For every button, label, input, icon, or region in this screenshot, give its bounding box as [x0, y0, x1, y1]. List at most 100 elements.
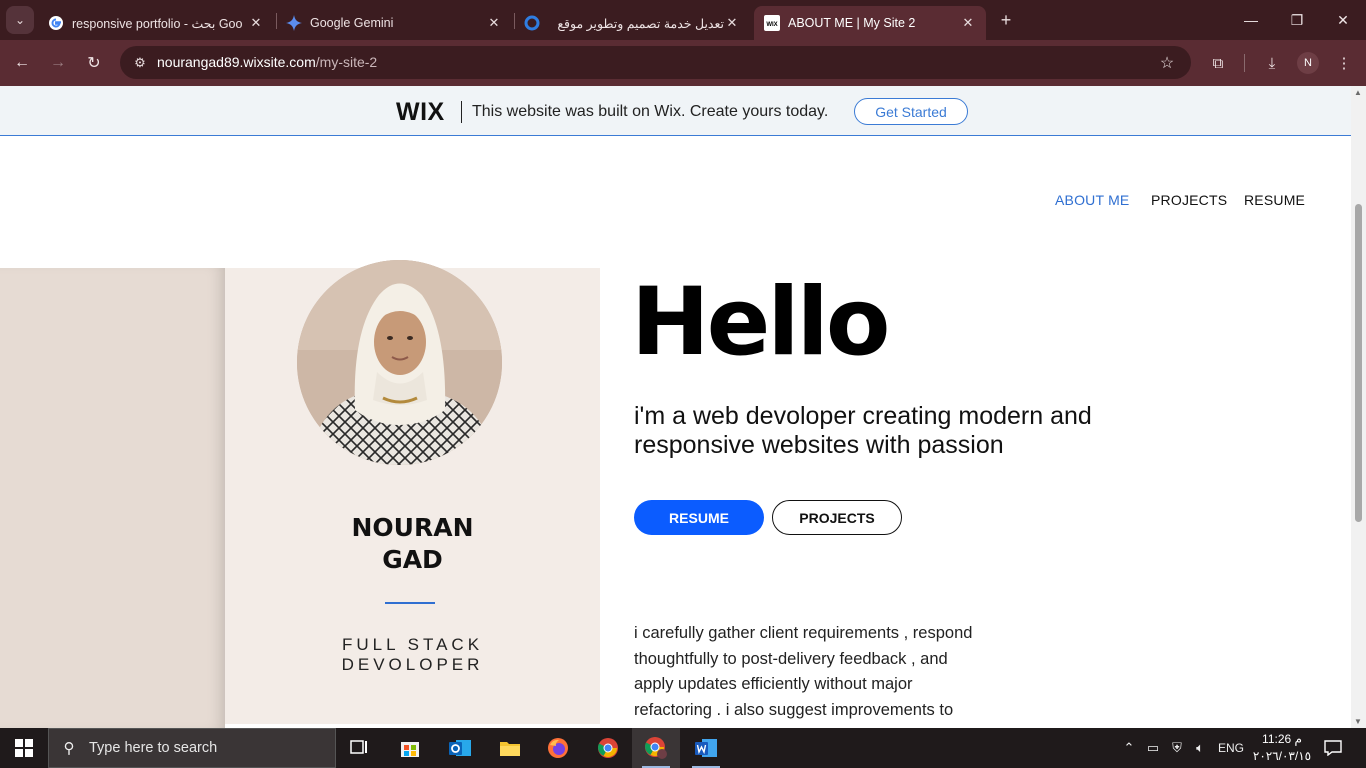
- site-info-icon[interactable]: ⚙: [128, 51, 152, 75]
- taskbar-file-explorer[interactable]: [486, 728, 534, 768]
- word-icon: [695, 739, 717, 757]
- taskbar-chrome[interactable]: [584, 728, 632, 768]
- taskbar-chrome-profile[interactable]: [632, 728, 680, 768]
- chrome-icon: [598, 738, 618, 758]
- scrollbar-thumb[interactable]: [1355, 204, 1362, 522]
- new-tab-button[interactable]: +: [996, 10, 1016, 30]
- windows-taskbar: ⚲ Type here to search ⌃ ▭ ⛨ 🔈︎ ENG 11:26…: [0, 728, 1366, 768]
- battery-icon[interactable]: ▭: [1143, 728, 1163, 768]
- chevron-down-icon: ⌄: [14, 13, 26, 27]
- about-line: thoughtfully to post-delivery feedback ,…: [634, 649, 948, 668]
- hero-tagline: i'm a web devoloper creating modern and …: [634, 402, 1154, 460]
- restore-button[interactable]: ❐: [1285, 8, 1309, 32]
- arrow-right-icon: →: [50, 54, 66, 71]
- close-window-button[interactable]: ✕: [1331, 8, 1355, 32]
- role-line-1: FULL STACK: [341, 635, 484, 654]
- security-shield-icon[interactable]: ⛨: [1167, 728, 1187, 768]
- nav-resume[interactable]: RESUME: [1244, 192, 1305, 208]
- bookmark-star-icon[interactable]: ☆: [1155, 51, 1179, 75]
- profile-card: NOURAN GAD FULL STACK DEVOLOPER: [225, 260, 600, 724]
- chrome-profile-icon: [645, 737, 667, 759]
- wix-icon: WIX: [764, 15, 780, 31]
- gemini-icon: [286, 15, 302, 31]
- resume-button[interactable]: RESUME: [634, 500, 764, 535]
- about-line: apply updates efficiently without major: [634, 675, 913, 693]
- taskbar-search[interactable]: ⚲ Type here to search: [48, 728, 336, 768]
- tab-google-search[interactable]: responsive portfolio - بحث Goo ✕: [38, 6, 274, 40]
- role-line-2: DEVOLOPER: [341, 655, 484, 674]
- close-icon[interactable]: ✕: [960, 15, 976, 31]
- firefox-icon: [548, 738, 568, 758]
- profile-avatar[interactable]: N: [1297, 52, 1319, 74]
- nav-projects[interactable]: PROJECTS: [1151, 192, 1227, 208]
- minimize-button[interactable]: —: [1239, 8, 1263, 32]
- nav-about-me[interactable]: ABOUT ME: [1055, 192, 1129, 208]
- scroll-up-icon[interactable]: ▲: [1354, 88, 1362, 97]
- start-button[interactable]: [0, 728, 48, 768]
- tab-search-button[interactable]: ⌄: [6, 6, 34, 34]
- page-scrollbar[interactable]: ▲ ▼: [1351, 86, 1366, 728]
- close-icon[interactable]: ✕: [486, 15, 502, 31]
- about-paragraph: i carefully gather client requirements ,…: [634, 621, 1004, 723]
- tray-overflow-icon[interactable]: ⌃: [1120, 728, 1138, 768]
- outlook-icon: [449, 740, 471, 756]
- url-path: /my-site-2: [315, 54, 378, 70]
- taskbar-firefox[interactable]: [534, 728, 582, 768]
- taskbar-outlook[interactable]: [436, 728, 484, 768]
- hero-greeting: Hello: [631, 268, 890, 377]
- url-host: nourangad89.wixsite.com: [157, 54, 316, 70]
- task-view-button[interactable]: [336, 728, 384, 768]
- about-line: refactoring . i also suggest improvement…: [634, 700, 954, 719]
- projects-button[interactable]: PROJECTS: [772, 500, 902, 535]
- tagline-line-2: responsive websites with passion: [634, 431, 1004, 459]
- windows-icon: [15, 739, 33, 757]
- scroll-down-icon[interactable]: ▼: [1354, 717, 1362, 726]
- notifications-icon[interactable]: [1322, 728, 1344, 768]
- close-icon[interactable]: ✕: [248, 15, 264, 31]
- minimize-icon: —: [1244, 12, 1258, 28]
- back-button[interactable]: ←: [10, 51, 34, 75]
- profile-photo: [297, 260, 502, 465]
- wix-logo[interactable]: WIX: [396, 98, 445, 127]
- close-icon: ✕: [1337, 11, 1349, 28]
- taskbar-store[interactable]: [386, 728, 434, 768]
- tab-google-gemini[interactable]: Google Gemini ✕: [276, 6, 512, 40]
- page-viewport: WIX This website was built on Wix. Creat…: [0, 86, 1351, 728]
- download-icon[interactable]: ⤓: [1260, 51, 1284, 75]
- taskbar-word[interactable]: [682, 728, 730, 768]
- wix-banner: WIX This website was built on Wix. Creat…: [0, 86, 1351, 136]
- google-icon: [48, 15, 64, 31]
- decorative-side-panel: [0, 268, 225, 728]
- tab-arabic-site[interactable]: تعديل خدمة تصميم وتطوير موقع ✕: [514, 6, 750, 40]
- plus-icon: +: [1000, 9, 1012, 30]
- reload-icon: ↻: [87, 55, 101, 72]
- profile-last-name: GAD: [382, 545, 443, 574]
- menu-kebab-icon[interactable]: ⋮: [1332, 51, 1356, 75]
- url-text[interactable]: nourangad89.wixsite.com/my-site-2: [157, 54, 377, 70]
- get-started-button[interactable]: Get Started: [854, 98, 968, 125]
- extensions-icon[interactable]: ⧉: [1206, 51, 1230, 75]
- clock-date: ٢٠٢٦/٠٣/١٥: [1252, 749, 1312, 763]
- clock[interactable]: 11:26 م ٢٠٢٦/٠٣/١٥: [1250, 731, 1314, 765]
- folder-icon: [500, 742, 520, 756]
- svg-text:WIX: WIX: [766, 22, 777, 28]
- tab-title: responsive portfolio - بحث Goo: [72, 16, 243, 31]
- volume-icon[interactable]: 🔈︎: [1190, 728, 1210, 768]
- tab-about-me[interactable]: WIX ABOUT ME | My Site 2 ✕: [754, 6, 986, 40]
- tab-strip: ⌄ responsive portfolio - بحث Goo ✕ Googl…: [0, 0, 1366, 40]
- tab-title: تعديل خدمة تصميم وتطوير موقع: [557, 16, 724, 31]
- tab-title: Google Gemini: [310, 16, 394, 30]
- banner-message: This website was built on Wix. Create yo…: [472, 103, 829, 120]
- address-bar[interactable]: ⚙ nourangad89.wixsite.com/my-site-2 ☆: [120, 46, 1191, 79]
- banner-divider: [461, 101, 462, 123]
- tagline-line-1: i'm a web devoloper creating modern and: [634, 402, 1092, 430]
- close-icon[interactable]: ✕: [724, 15, 740, 31]
- search-placeholder: Type here to search: [89, 740, 218, 756]
- language-indicator[interactable]: ENG: [1216, 728, 1246, 768]
- forward-button[interactable]: →: [46, 51, 70, 75]
- site-icon: [524, 15, 540, 31]
- arrow-left-icon: ←: [14, 54, 30, 71]
- reload-button[interactable]: ↻: [82, 51, 106, 75]
- about-line: i carefully gather client requirements ,…: [634, 624, 973, 642]
- profile-name: NOURAN GAD: [225, 512, 600, 576]
